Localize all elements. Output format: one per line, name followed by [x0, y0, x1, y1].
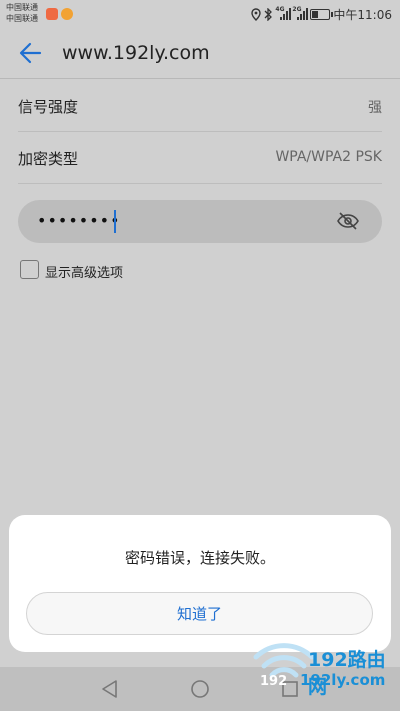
back-arrow-icon[interactable] [18, 40, 44, 66]
signal-icon-2: 2G [292, 6, 309, 20]
signal-strength-value: 强 [368, 100, 382, 116]
network-type-1: 4G [275, 6, 285, 13]
network-type-2: 2G [292, 6, 302, 13]
text-cursor [114, 210, 116, 233]
password-input[interactable]: •••••••• [18, 200, 382, 243]
page-title: www.192ly.com [62, 42, 210, 64]
advanced-options-checkbox[interactable] [20, 260, 39, 279]
signal-icon-1: 4G [275, 6, 292, 20]
nav-back-icon[interactable] [100, 679, 120, 699]
dialog-message: 密码错误，连接失败。 [124, 549, 275, 567]
watermark-url: 192ly.com [300, 671, 386, 689]
signal-strength-label: 信号强度 [18, 98, 79, 116]
carrier-label-1: 中国联通 [6, 3, 38, 12]
header-divider [0, 78, 400, 79]
nav-home-icon[interactable] [190, 679, 210, 699]
app-header: www.192ly.com [0, 28, 400, 78]
battery-icon [310, 8, 334, 20]
carrier-info: 中国联通 中国联通 [6, 2, 38, 24]
bluetooth-icon [264, 7, 273, 21]
clock: 中午11:06 [333, 7, 392, 22]
signal-strength-row: 信号强度 强 [18, 80, 382, 132]
status-icons: 4G 2G 中午11:06 [251, 5, 392, 23]
advanced-options-label[interactable]: 显示高级选项 [45, 262, 123, 281]
weibo-notification-icon [61, 8, 73, 20]
status-bar: 中国联通 中国联通 4G 2G 中午11:06 [0, 0, 400, 28]
battery-fill [312, 10, 319, 18]
watermark-mark: 192 [260, 674, 287, 689]
encryption-type-value: WPA/WPA2 PSK [275, 149, 382, 165]
encryption-type-label: 加密类型 [18, 150, 79, 168]
location-icon [251, 7, 262, 21]
eye-off-icon[interactable] [336, 211, 360, 231]
notification-app-icon [46, 8, 58, 20]
carrier-label-2: 中国联通 [6, 14, 38, 23]
screen: 中国联通 中国联通 4G 2G 中午11:06 www.192ly.com 信号… [0, 0, 400, 711]
row-divider [18, 183, 382, 184]
encryption-type-row: 加密类型 WPA/WPA2 PSK [18, 132, 382, 184]
password-masked-text: •••••••• [37, 211, 121, 230]
